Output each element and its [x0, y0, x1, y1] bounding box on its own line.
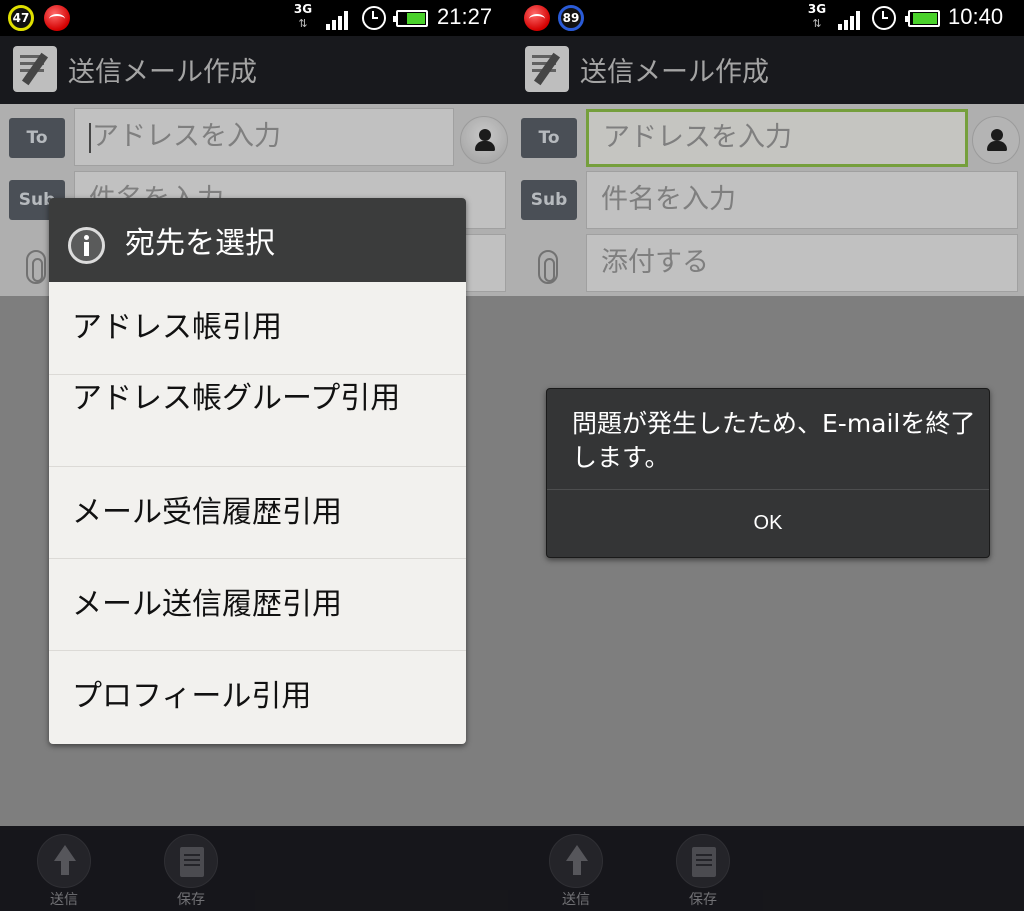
- data-activity-icon: ⇅: [812, 17, 822, 30]
- dialog-option-sent-history[interactable]: メール送信履歴引用: [49, 558, 466, 650]
- status-bar: 47 3G ⇅ 21:27: [0, 0, 512, 36]
- notification-count-badge: 89: [558, 5, 584, 31]
- error-alert-dialog: 問題が発生したため、E-mailを終了します。 OK: [546, 388, 990, 558]
- alarm-icon: [872, 6, 896, 30]
- battery-percent-badge: 47: [8, 5, 34, 31]
- option-label: メール受信履歴引用: [72, 495, 342, 530]
- clock: 10:40: [948, 4, 1004, 29]
- left-screen: 47 3G ⇅ 21:27 送信メール作成 To アドレスを入力 Sub 件名を…: [0, 0, 512, 911]
- signal-icon: [838, 10, 864, 30]
- option-label: プロフィール引用: [72, 679, 312, 714]
- network-type-label: 3G: [807, 2, 827, 16]
- option-label: アドレス帳引用: [72, 310, 282, 345]
- status-bar: 89 3G ⇅ 10:40: [512, 0, 1024, 36]
- dialog-title: 宛先を選択: [125, 226, 275, 261]
- info-icon: [68, 227, 105, 264]
- dialog-option-received-history[interactable]: メール受信履歴引用: [49, 466, 466, 558]
- alert-message: 問題が発生したため、E-mailを終了します。: [572, 409, 976, 472]
- dialog-option-address-book-group[interactable]: アドレス帳グループ引用: [49, 374, 466, 466]
- option-label: アドレス帳グループ引用: [72, 381, 401, 416]
- security-app-icon: [44, 5, 70, 31]
- dialog-option-profile[interactable]: プロフィール引用: [49, 650, 466, 742]
- recipient-select-dialog: 宛先を選択 アドレス帳引用 アドレス帳グループ引用 メール受信履歴引用 メール送…: [49, 198, 466, 744]
- dialog-option-address-book[interactable]: アドレス帳引用: [49, 282, 466, 374]
- alarm-icon: [362, 6, 386, 30]
- dialog-header: 宛先を選択: [49, 198, 466, 282]
- battery-icon: [393, 10, 428, 27]
- data-activity-icon: ⇅: [298, 17, 308, 30]
- signal-icon: [326, 10, 352, 30]
- battery-icon: [905, 10, 940, 27]
- ok-button[interactable]: OK: [547, 490, 989, 557]
- option-label: メール送信履歴引用: [72, 587, 342, 622]
- security-app-icon: [524, 5, 550, 31]
- network-type-label: 3G: [293, 2, 313, 16]
- clock: 21:27: [437, 4, 493, 29]
